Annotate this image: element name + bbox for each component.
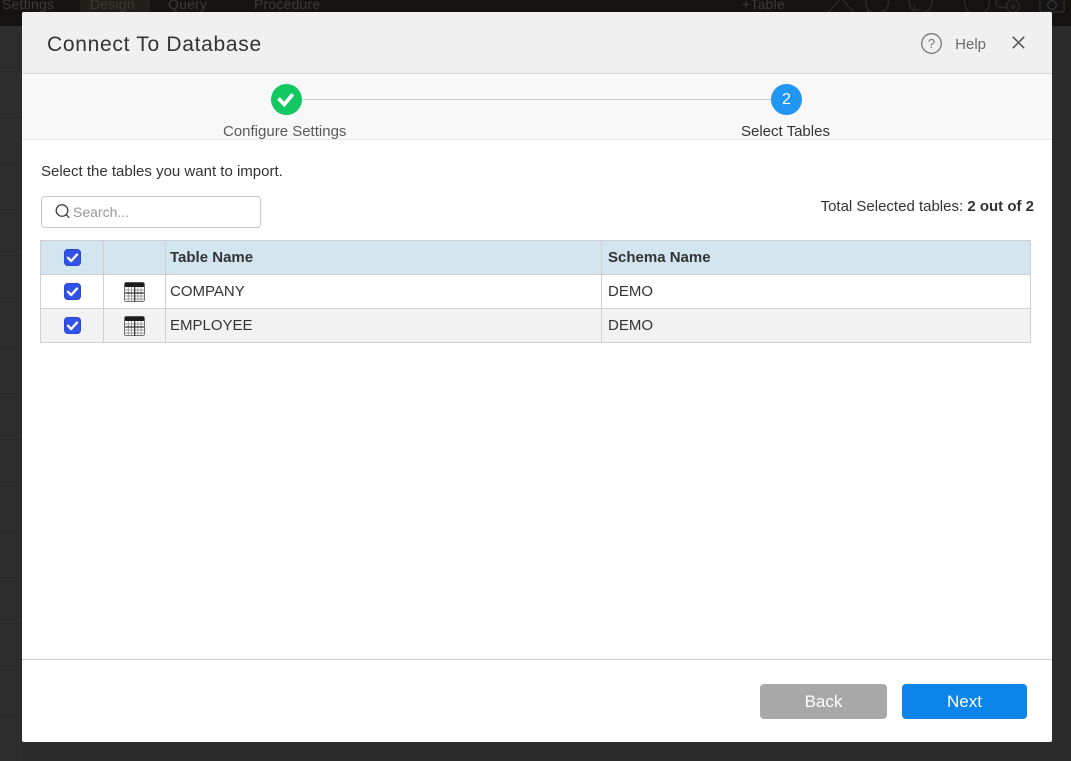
svg-text:?: ? bbox=[928, 36, 935, 51]
